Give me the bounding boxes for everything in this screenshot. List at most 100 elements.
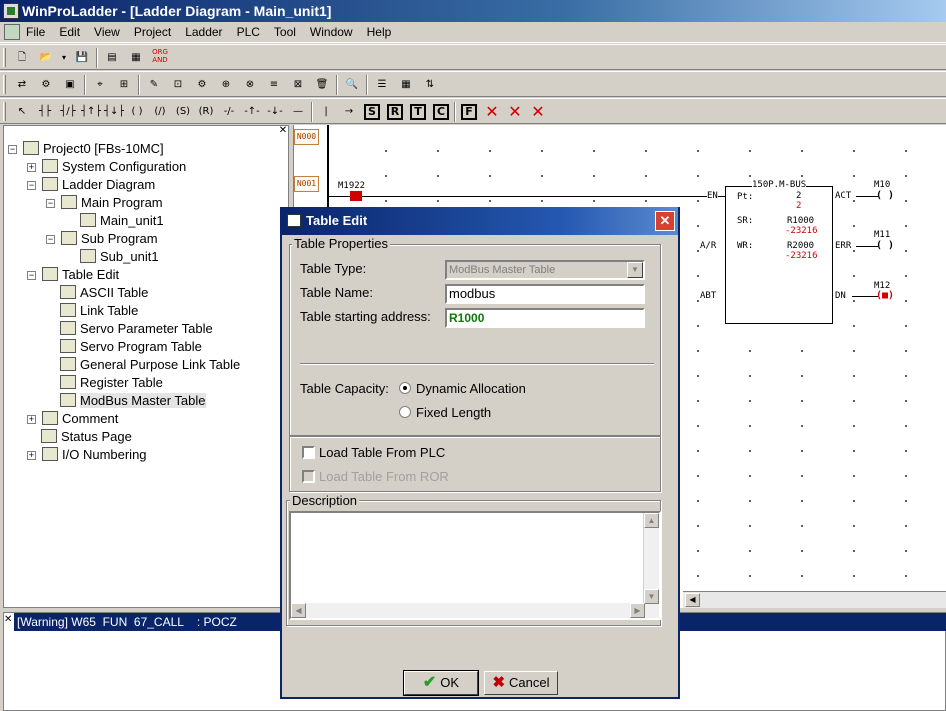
menu-view[interactable]: View (94, 25, 120, 39)
collapse-icon[interactable]: − (27, 181, 36, 190)
tree-item-ladder-diagram[interactable]: − Ladder Diagram (27, 176, 155, 194)
gp-link-tool-icon[interactable]: ⊗ (240, 75, 260, 95)
ok-button[interactable]: ✔ OK (403, 670, 479, 696)
close-icon[interactable]: ✕ (278, 126, 288, 136)
menu-file[interactable]: File (26, 25, 45, 39)
menu-project[interactable]: Project (134, 25, 171, 39)
new-file-icon[interactable]: 🗋 (12, 48, 32, 68)
tree-item-system-configuration[interactable]: + System Configuration (27, 158, 186, 176)
contact-nc-icon[interactable]: ┤/├ (58, 102, 78, 122)
delete-hline-icon[interactable]: ✕ (528, 102, 548, 122)
contact-up-icon[interactable]: ┤↑├ (81, 102, 101, 122)
tree-item-table-edit[interactable]: − Table Edit (27, 266, 119, 284)
tree-item-servo-parameter-table[interactable]: Servo Parameter Table (60, 320, 213, 338)
scroll-up-icon[interactable]: ▲ (644, 513, 659, 528)
tree-item-comment[interactable]: + Comment (27, 410, 118, 428)
search-icon[interactable]: 🔍 (342, 75, 362, 95)
link-table-tool-icon[interactable]: ⊡ (168, 75, 188, 95)
project-window-icon[interactable]: ▤ (102, 48, 122, 68)
save-icon[interactable]: 💾 (72, 48, 92, 68)
plc-monitor-icon[interactable]: ▣ (60, 75, 80, 95)
menu-edit[interactable]: Edit (59, 25, 80, 39)
table-type-select[interactable]: ModBus Master Table ▼ (445, 260, 645, 280)
scroll-left-icon[interactable]: ◀ (291, 603, 306, 618)
menu-ladder[interactable]: Ladder (185, 25, 222, 39)
menu-window[interactable]: Window (310, 25, 353, 39)
expand-icon[interactable]: + (27, 451, 36, 460)
close-icon[interactable]: ✕ (655, 211, 675, 231)
up-pulse-icon[interactable]: -↑- (242, 102, 262, 122)
menu-plc[interactable]: PLC (237, 25, 260, 39)
description-hscrollbar[interactable]: ◀ ▶ (291, 603, 645, 618)
collapse-icon[interactable]: − (46, 199, 55, 208)
down-pulse-icon[interactable]: -↓- (265, 102, 285, 122)
cancel-button[interactable]: ✖ Cancel (484, 671, 558, 695)
tree-item-main-program[interactable]: − Main Program (46, 194, 163, 212)
dynamic-allocation-label[interactable]: Dynamic Allocation (416, 381, 526, 396)
modbus-tool-icon[interactable]: ⊠ (288, 75, 308, 95)
org-and-icon[interactable]: ORG AND (150, 48, 170, 68)
ladder-window-icon[interactable]: ▦ (126, 48, 146, 68)
coil-m10-icon[interactable]: ( ) (876, 190, 894, 201)
expand-icon[interactable]: + (27, 415, 36, 424)
compare-icon[interactable]: ⇅ (420, 75, 440, 95)
open-folder-icon[interactable]: 📂 (36, 48, 56, 68)
tree-item-io-numbering[interactable]: + I/O Numbering (27, 446, 147, 464)
tree-item-gp-link-table[interactable]: General Purpose Link Table (60, 356, 240, 374)
tree-root[interactable]: − Project0 [FBs-10MC] (8, 140, 164, 158)
load-from-plc-label[interactable]: Load Table From PLC (319, 445, 445, 460)
scroll-right-icon[interactable]: ▶ (630, 603, 645, 618)
tree-item-status-page[interactable]: Status Page (41, 428, 132, 446)
menu-tool[interactable]: Tool (274, 25, 296, 39)
tree-item-servo-program-table[interactable]: Servo Program Table (60, 338, 202, 356)
arrow-right-icon[interactable]: → (339, 102, 359, 122)
collapse-icon[interactable]: − (46, 235, 55, 244)
tree-item-sub-unit1[interactable]: Sub_unit1 (80, 248, 159, 266)
scroll-left-icon[interactable]: ◀ (685, 593, 700, 607)
tree-item-register-table[interactable]: Register Table (60, 374, 163, 392)
servo-tool-icon[interactable]: ⚙ (192, 75, 212, 95)
timer-box-icon[interactable]: T (410, 104, 426, 120)
status-view-icon[interactable]: ⌖ (90, 75, 110, 95)
tree-item-main-unit1[interactable]: Main_unit1 (80, 212, 164, 230)
grid-icon[interactable]: ▦ (396, 75, 416, 95)
table-name-input[interactable]: modbus (445, 284, 645, 304)
delete-vline-icon[interactable]: ✕ (505, 102, 525, 122)
servo-program-tool-icon[interactable]: ⊕ (216, 75, 236, 95)
function-box-icon[interactable]: F (461, 104, 477, 120)
collapse-icon[interactable]: − (8, 145, 17, 154)
menu-help[interactable]: Help (367, 25, 392, 39)
set-box-icon[interactable]: S (364, 104, 380, 120)
table-address-input[interactable]: R1000 (445, 308, 645, 328)
radio-fixed-length[interactable] (399, 406, 411, 418)
list-icon[interactable]: ☰ (372, 75, 392, 95)
coil-m12-icon[interactable]: (■) (876, 290, 894, 301)
coil-icon[interactable]: ( ) (127, 102, 147, 122)
reset-box-icon[interactable]: R (387, 104, 403, 120)
coil-set-icon[interactable]: (S) (173, 102, 193, 122)
ladder-hscrollbar[interactable]: ◀ (683, 591, 946, 608)
io-config-icon[interactable]: ⊞ (114, 75, 134, 95)
chevron-down-icon[interactable]: ▼ (627, 262, 643, 278)
radio-dynamic-allocation[interactable] (399, 382, 411, 394)
contact-no-icon[interactable]: ┤├ (35, 102, 55, 122)
counter-box-icon[interactable]: C (433, 104, 449, 120)
document-system-icon[interactable] (4, 24, 20, 40)
tree-item-link-table[interactable]: Link Table (60, 302, 138, 320)
coil-reset-icon[interactable]: (R) (196, 102, 216, 122)
delete-icon[interactable]: ✕ (482, 102, 502, 122)
load-from-plc-checkbox[interactable] (302, 446, 315, 459)
close-output-icon[interactable]: ✕ (4, 614, 12, 625)
plc-connect-icon[interactable]: ⇄ (12, 75, 32, 95)
vline-icon[interactable]: | (316, 102, 336, 122)
network-label-1[interactable]: N001 (294, 176, 319, 192)
hline-icon[interactable]: — (288, 102, 308, 122)
contact-down-icon[interactable]: ┤↓├ (104, 102, 124, 122)
trash-icon[interactable]: 🗑 (312, 75, 332, 95)
register-tool-icon[interactable]: ≡ (264, 75, 284, 95)
pointer-icon[interactable]: ↖ (12, 102, 32, 122)
plc-run-icon[interactable]: ⚙ (36, 75, 56, 95)
coil-not-icon[interactable]: (/) (150, 102, 170, 122)
fixed-length-label[interactable]: Fixed Length (416, 405, 491, 420)
collapse-icon[interactable]: − (27, 271, 36, 280)
